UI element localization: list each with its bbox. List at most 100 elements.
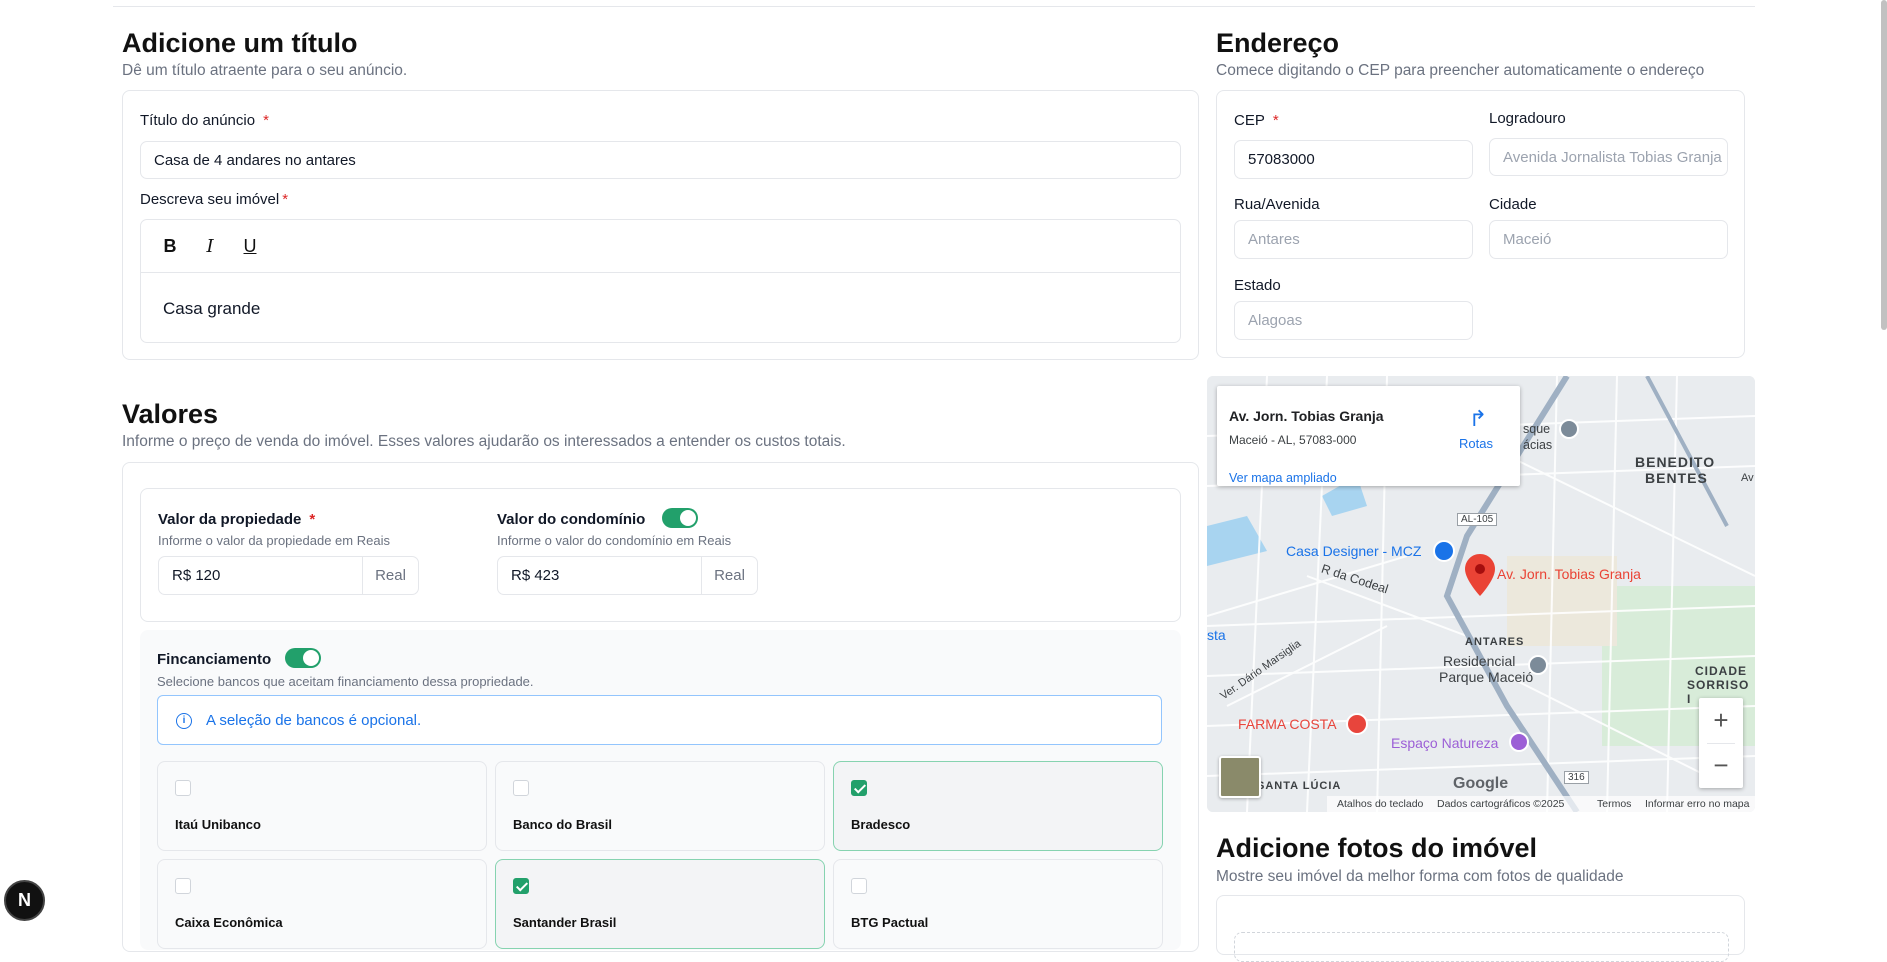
map-label-santa-lucia: SANTA LÚCIA [1257,780,1342,792]
page-scrollbar[interactable] [1881,0,1887,330]
bank-option[interactable]: Bradesco [833,761,1163,851]
financing-info-alert: i A seleção de bancos é opcional. [157,695,1162,745]
property-unit-addon: Real [362,556,419,595]
map-label-espaco: Espaço Natureza [1391,735,1499,751]
map-label-farma: FARMA COSTA [1238,716,1337,732]
bank-name: BTG Pactual [851,915,929,930]
directions-link[interactable]: Rotas [1459,436,1493,451]
rua-input[interactable]: Antares [1234,220,1473,259]
map-label-esque: sque [1523,422,1551,436]
cep-input[interactable]: 57083000 [1234,140,1473,179]
bank-checkbox[interactable] [851,878,867,894]
bank-name: Caixa Econômica [175,915,283,930]
map-label-residencial-2: Parque Maceió [1439,669,1534,685]
map-label-bentes: BENTES [1645,470,1708,486]
property-value-label: Valor da propiedade * [158,511,316,528]
bank-name: Itaú Unibanco [175,817,261,832]
bank-checkbox[interactable] [513,878,529,894]
dev-tools-badge[interactable]: N [4,880,45,921]
financing-toggle[interactable] [285,648,321,668]
park-icon [1509,732,1529,752]
bank-checkbox[interactable] [513,780,529,796]
google-logo: Google [1453,775,1509,792]
address-subtitle: Comece digitando o CEP para preencher au… [1216,62,1705,79]
estado-label: Estado [1234,277,1281,294]
photos-card [1216,895,1745,962]
title-section-subtitle: Dê um título atraente para o seu anúncio… [122,62,408,79]
top-divider [113,6,1755,7]
map-pin-label: Av. Jorn. Tobias Granja [1497,566,1641,582]
cidade-label: Cidade [1489,196,1537,213]
location-pin-icon [1465,554,1495,596]
financing-hint: Selecione bancos que aceitam financiamen… [157,674,534,689]
property-value-hint: Informe o valor da propiedade em Reais [158,533,390,548]
bank-name: Banco do Brasil [513,817,612,832]
map-place-address: Maceió - AL, 57083-000 [1229,433,1357,447]
photo-dropzone[interactable] [1234,932,1729,962]
title-section-heading: Adicione um título [122,28,358,58]
place-marker-icon [1559,419,1579,439]
report-error-link[interactable]: Informar erro no mapa [1645,798,1749,810]
map-label-antares: ANTARES [1465,636,1525,648]
pharmacy-icon [1346,713,1368,735]
zoom-in-button[interactable]: + [1699,698,1743,743]
lock-icon [1433,540,1455,562]
map-embed[interactable]: Av. Jorn. Tobias Granja Maceió - AL, 570… [1207,376,1755,812]
address-heading: Endereço [1216,28,1340,58]
condo-value-hint: Informe o valor do condomínio em Reais [497,533,732,548]
title-label: Título do anúncio * [140,112,269,129]
zoom-controls: + − [1699,698,1743,788]
bold-button[interactable]: B [157,233,183,259]
underline-button[interactable]: U [237,233,263,259]
satellite-toggle[interactable] [1219,756,1261,798]
condo-unit-addon: Real [701,556,758,595]
title-card: Título do anúncio * Casa de 4 andares no … [122,90,1199,360]
map-label-benedito: BENEDITO [1635,454,1716,470]
editor-divider [141,272,1180,273]
map-label-sta: sta [1207,627,1226,643]
logradouro-input[interactable]: Avenida Jornalista Tobias Granja [1489,138,1728,176]
cidade-input[interactable]: Maceió [1489,220,1728,259]
financing-panel: Fincanciamento Selecione bancos que acei… [140,630,1181,950]
bank-option[interactable]: Banco do Brasil [495,761,825,851]
zoom-out-button[interactable]: − [1699,743,1743,788]
bank-checkbox[interactable] [851,780,867,796]
larger-map-link[interactable]: Ver mapa ampliado [1229,471,1337,485]
address-card: CEP * 57083000 Logradouro Avenida Jornali… [1216,90,1745,358]
financing-label: Fincanciamento [157,651,272,668]
map-data-credit: Dados cartográficos ©2025 [1437,798,1565,810]
bank-option[interactable]: Caixa Econômica [157,859,487,949]
valores-subtitle: Informe o preço de venda do imóvel. Esse… [122,433,846,450]
place-marker-icon [1528,655,1548,675]
keyboard-shortcuts-link[interactable]: Atalhos do teclado [1337,798,1423,810]
financing-info-text: A seleção de bancos é opcional. [206,712,422,729]
map-label-316: 316 [1564,771,1589,784]
description-editor[interactable]: B I U Casa grande [140,219,1181,343]
photos-heading: Adicione fotos do imóvel [1216,833,1538,863]
map-label-residencial-1: Residencial [1443,653,1516,669]
map-label-acias: ácias [1523,438,1553,452]
terms-link[interactable]: Termos [1597,798,1631,810]
photos-subtitle: Mostre seu imóvel da melhor forma com fo… [1216,868,1624,885]
estado-input[interactable]: Alagoas [1234,301,1473,340]
bank-option[interactable]: Itaú Unibanco [157,761,487,851]
italic-button[interactable]: I [197,233,223,259]
cep-label: CEP * [1234,112,1279,129]
directions-icon[interactable]: ↱ [1465,406,1491,431]
description-label: Descreva seu imóvel * [140,191,289,208]
bank-checkbox[interactable] [175,878,191,894]
condo-toggle[interactable] [662,508,698,528]
description-text[interactable]: Casa grande [163,299,260,319]
valores-inner-card: Valor da propiedade * Informe o valor da … [140,488,1181,622]
bank-checkbox[interactable] [175,780,191,796]
bank-name: Santander Brasil [513,915,617,930]
title-input[interactable]: Casa de 4 andares no antares [140,141,1181,179]
condo-value-label: Valor do condomínio [497,511,646,528]
bank-option[interactable]: Santander Brasil [495,859,825,949]
map-label-casa-designer: Casa Designer - MCZ [1286,543,1422,559]
property-value-input[interactable]: R$ 120 [158,556,363,595]
valores-card: Valor da propiedade * Informe o valor da … [122,462,1199,952]
bank-option[interactable]: BTG Pactual [833,859,1163,949]
condo-value-input[interactable]: R$ 423 [497,556,702,595]
info-icon: i [176,713,192,729]
